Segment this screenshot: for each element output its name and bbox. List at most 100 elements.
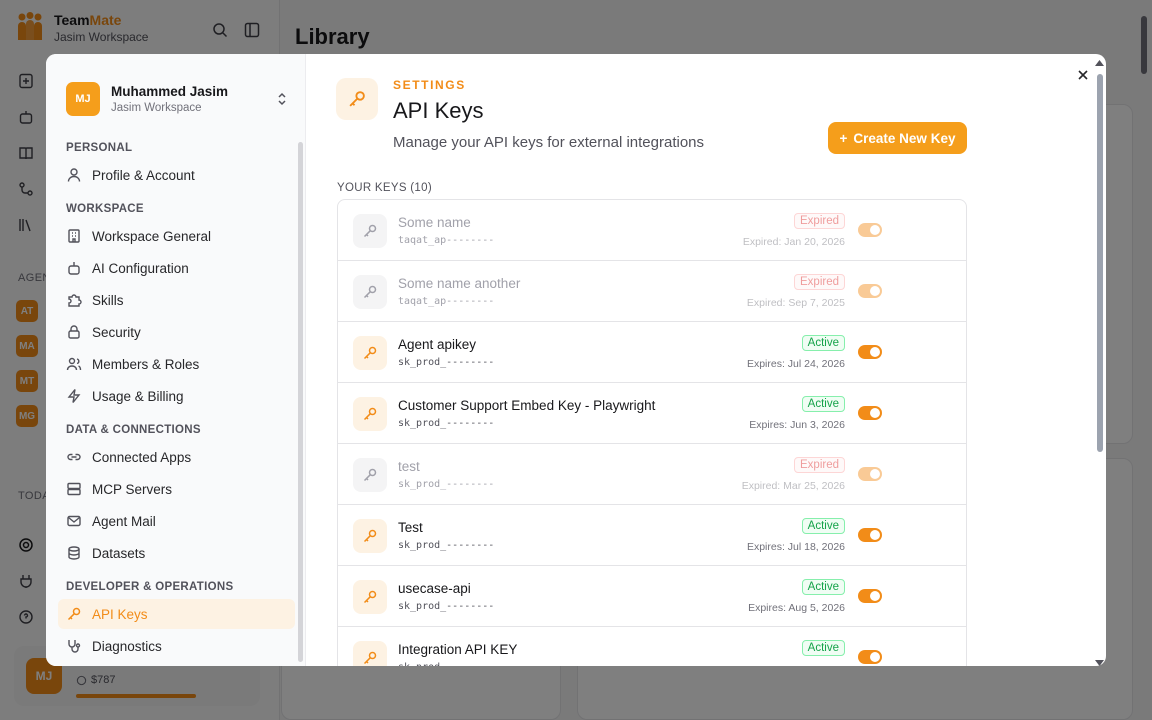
key-enabled-toggle[interactable] xyxy=(858,284,882,298)
nav-item-label: API Keys xyxy=(92,606,148,622)
scroll-up-arrow-icon[interactable] xyxy=(1095,60,1104,66)
user-icon xyxy=(67,168,81,182)
nav-item-label: Connected Apps xyxy=(92,449,192,465)
key-icon xyxy=(353,336,387,370)
settings-nav: PERSONAL Profile & Account WORKSPACE Wor… xyxy=(58,138,295,663)
key-name: test xyxy=(398,459,420,474)
chevron-up-down-icon xyxy=(278,92,286,106)
keys-count-label: YOUR KEYS (10) xyxy=(337,182,432,194)
key-name: Some name another xyxy=(398,276,521,291)
nav-item-label: Agent Mail xyxy=(92,513,156,529)
key-name: Integration API KEY xyxy=(398,642,518,657)
workspace-switcher[interactable]: MJ Muhammed Jasim Jasim Workspace xyxy=(66,82,289,116)
key-prefix: sk_prod_-------- xyxy=(398,601,495,612)
nav-item-skills[interactable]: Skills xyxy=(58,285,295,315)
server-icon xyxy=(67,482,81,496)
key-enabled-toggle[interactable] xyxy=(858,223,882,237)
nav-item-agent-mail[interactable]: Agent Mail xyxy=(58,506,295,536)
key-name: Some name xyxy=(398,215,471,230)
status-badge: Expired xyxy=(794,457,845,473)
key-expiry-date: Expired: Jan 20, 2026 xyxy=(742,236,845,248)
nav-item-connected-apps[interactable]: Connected Apps xyxy=(58,442,295,472)
nav-item-members-roles[interactable]: Members & Roles xyxy=(58,349,295,379)
key-enabled-toggle[interactable] xyxy=(858,589,882,603)
key-expiry-date: Expires: Aug 5, 2026 xyxy=(748,602,845,614)
bot-icon xyxy=(68,262,80,275)
plus-icon: + xyxy=(839,130,848,146)
key-icon xyxy=(67,607,81,621)
nav-item-label: Usage & Billing xyxy=(92,388,184,404)
panel-scrollbar[interactable] xyxy=(1095,60,1104,666)
key-expiry-date: Expires: Jul 18, 2026 xyxy=(746,541,845,553)
api-key-row[interactable]: Customer Support Embed Key - Playwright … xyxy=(338,383,966,444)
scroll-down-arrow-icon[interactable] xyxy=(1095,660,1104,666)
users-icon xyxy=(66,357,82,371)
building-icon xyxy=(68,229,80,243)
key-prefix: sk_prod_-------- xyxy=(398,479,495,490)
key-enabled-toggle[interactable] xyxy=(858,345,882,359)
api-key-row[interactable]: Some name another taqat_ap-------- Expir… xyxy=(338,261,966,322)
key-icon xyxy=(353,397,387,431)
nav-group-dev-ops: DEVELOPER & OPERATIONS xyxy=(66,581,234,593)
panel-title: API Keys xyxy=(393,98,484,123)
api-key-row[interactable]: Test sk_prod_-------- Active Expires: Ju… xyxy=(338,505,966,566)
nav-item-workspace-general[interactable]: Workspace General xyxy=(58,221,295,251)
status-badge: Active xyxy=(801,518,845,534)
nav-item-api-keys[interactable]: API Keys xyxy=(58,599,295,629)
key-enabled-toggle[interactable] xyxy=(858,467,882,481)
api-keys-list: Some name taqat_ap-------- Expired Expir… xyxy=(337,199,967,666)
key-name: usecase-api xyxy=(398,581,471,596)
key-name: Agent apikey xyxy=(398,337,477,352)
nav-group-workspace: WORKSPACE xyxy=(66,203,144,215)
nav-item-label: Security xyxy=(92,324,141,340)
zap-icon xyxy=(67,389,81,403)
nav-item-label: Skills xyxy=(92,292,124,308)
settings-modal: MJ Muhammed Jasim Jasim Workspace PERSON… xyxy=(46,54,1106,666)
key-icon xyxy=(349,91,365,107)
avatar: MJ xyxy=(66,82,100,116)
status-badge: Active xyxy=(801,396,845,412)
key-enabled-toggle[interactable] xyxy=(858,650,882,664)
nav-item-ai-configuration[interactable]: AI Configuration xyxy=(58,253,295,283)
key-expiry-date: Expires: Jun 3, 2026 xyxy=(749,419,845,431)
puzzle-icon xyxy=(68,294,82,307)
key-icon xyxy=(353,641,387,666)
key-prefix: sk_prod_-------- xyxy=(398,540,495,551)
status-badge: Active xyxy=(801,335,845,351)
api-key-row[interactable]: Some name taqat_ap-------- Expired Expir… xyxy=(338,200,966,261)
nav-item-label: Datasets xyxy=(92,545,146,561)
user-workspace: Jasim Workspace xyxy=(111,102,202,114)
create-new-key-label: Create New Key xyxy=(853,130,956,146)
link-icon xyxy=(67,453,81,461)
nav-item-label: Diagnostics xyxy=(92,638,162,654)
close-icon[interactable] xyxy=(1076,68,1090,82)
api-key-row[interactable]: usecase-api sk_prod_-------- Active Expi… xyxy=(338,566,966,627)
status-badge: Expired xyxy=(794,274,845,290)
key-expiry-date: Expired: Mar 25, 2026 xyxy=(741,480,845,492)
nav-item-usage-billing[interactable]: Usage & Billing xyxy=(58,381,295,411)
api-key-row[interactable]: test sk_prod_-------- Expired Expired: M… xyxy=(338,444,966,505)
key-prefix: taqat_ap-------- xyxy=(398,296,495,307)
key-expiry-date: Expired: Sep 7, 2025 xyxy=(746,297,845,309)
key-icon xyxy=(353,214,387,248)
scrollbar-thumb[interactable] xyxy=(1097,74,1103,452)
nav-item-profile[interactable]: Profile & Account xyxy=(58,160,295,190)
nav-item-mcp-servers[interactable]: MCP Servers xyxy=(58,474,295,504)
nav-item-datasets[interactable]: Datasets xyxy=(58,538,295,568)
nav-item-diagnostics[interactable]: Diagnostics xyxy=(58,631,295,661)
user-name: Muhammed Jasim xyxy=(111,84,229,99)
key-icon xyxy=(353,458,387,492)
key-enabled-toggle[interactable] xyxy=(858,528,882,542)
api-key-row[interactable]: Agent apikey sk_prod_-------- Active Exp… xyxy=(338,322,966,383)
key-name: Test xyxy=(398,520,423,535)
status-badge: Expired xyxy=(794,213,845,229)
nav-item-security[interactable]: Security xyxy=(58,317,295,347)
settings-eyebrow: SETTINGS xyxy=(393,78,466,92)
nav-item-label: Members & Roles xyxy=(92,356,200,372)
sidebar-scrollbar[interactable] xyxy=(298,142,303,662)
key-prefix: taqat_ap-------- xyxy=(398,235,495,246)
create-new-key-button[interactable]: + Create New Key xyxy=(828,122,967,154)
key-enabled-toggle[interactable] xyxy=(858,406,882,420)
key-expiry-date: Expires: Jul 24, 2026 xyxy=(746,358,845,370)
api-key-row[interactable]: Integration API KEY sk_prod_-------- Act… xyxy=(338,627,966,666)
